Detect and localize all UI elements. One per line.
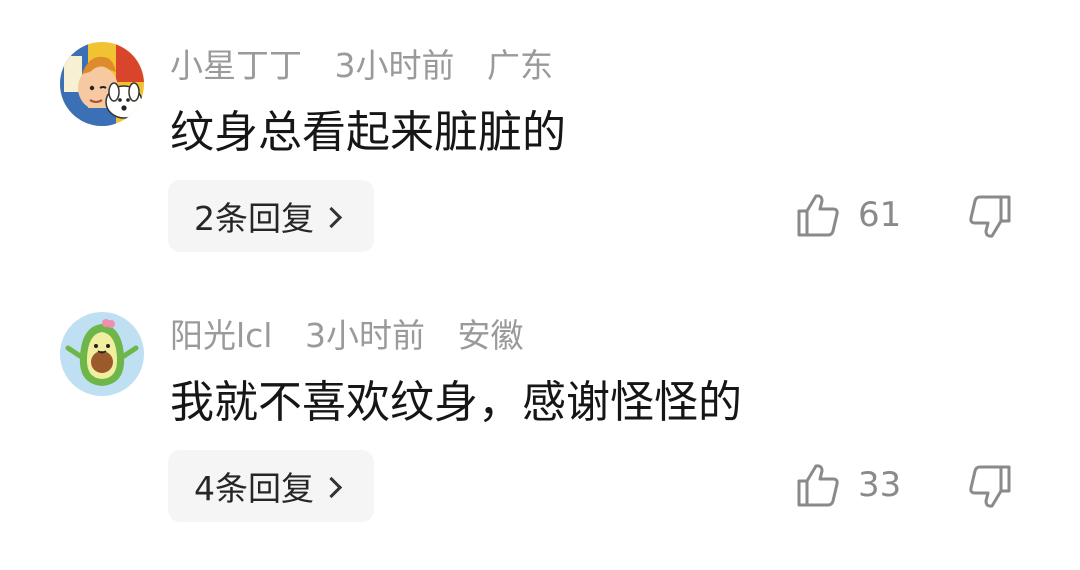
thumbs-down-icon xyxy=(969,465,1011,508)
like-button[interactable]: 61 xyxy=(796,192,901,238)
reply-count-label: 4条回复 xyxy=(194,469,314,508)
thumbs-down-icon xyxy=(969,195,1011,238)
comment-item: 小星丁丁 3小时前 广东 纹身总看起来脏脏的 2条回复 61 xyxy=(0,0,1080,270)
thumbs-up-icon xyxy=(797,194,839,237)
view-replies-button[interactable]: 2条回复 xyxy=(168,180,374,252)
user-location: 安徽 xyxy=(457,316,524,355)
chevron-right-icon xyxy=(320,476,343,498)
like-button[interactable]: 33 xyxy=(796,462,901,508)
tintin-cartoon-avatar-icon xyxy=(60,42,144,126)
thumbs-up-icon xyxy=(797,464,839,507)
dislike-button[interactable] xyxy=(968,194,1012,240)
user-location: 广东 xyxy=(487,46,553,85)
avocado-cartoon-avatar-icon xyxy=(60,312,144,396)
comment-item: 阳光lcl 3小时前 安徽 我就不喜欢纹身，感谢怪怪的 4条回复 33 xyxy=(0,270,1080,540)
user-avatar[interactable] xyxy=(60,42,144,126)
comment-text: 我就不喜欢纹身，感谢怪怪的 xyxy=(170,377,742,428)
dislike-button[interactable] xyxy=(968,464,1012,510)
user-avatar[interactable] xyxy=(60,312,144,396)
view-replies-button[interactable]: 4条回复 xyxy=(168,450,374,522)
user-name[interactable]: 阳光lcl xyxy=(170,316,272,355)
reply-count-label: 2条回复 xyxy=(194,199,314,238)
user-name[interactable]: 小星丁丁 xyxy=(170,46,302,85)
comment-meta: 阳光lcl 3小时前 安徽 xyxy=(170,314,523,358)
post-time: 3小时前 xyxy=(304,316,425,355)
comment-meta: 小星丁丁 3小时前 广东 xyxy=(170,44,553,88)
like-count: 61 xyxy=(858,195,902,235)
post-time: 3小时前 xyxy=(334,46,455,85)
like-count: 33 xyxy=(858,465,902,505)
chevron-right-icon xyxy=(320,206,343,228)
comment-text: 纹身总看起来脏脏的 xyxy=(170,107,566,158)
